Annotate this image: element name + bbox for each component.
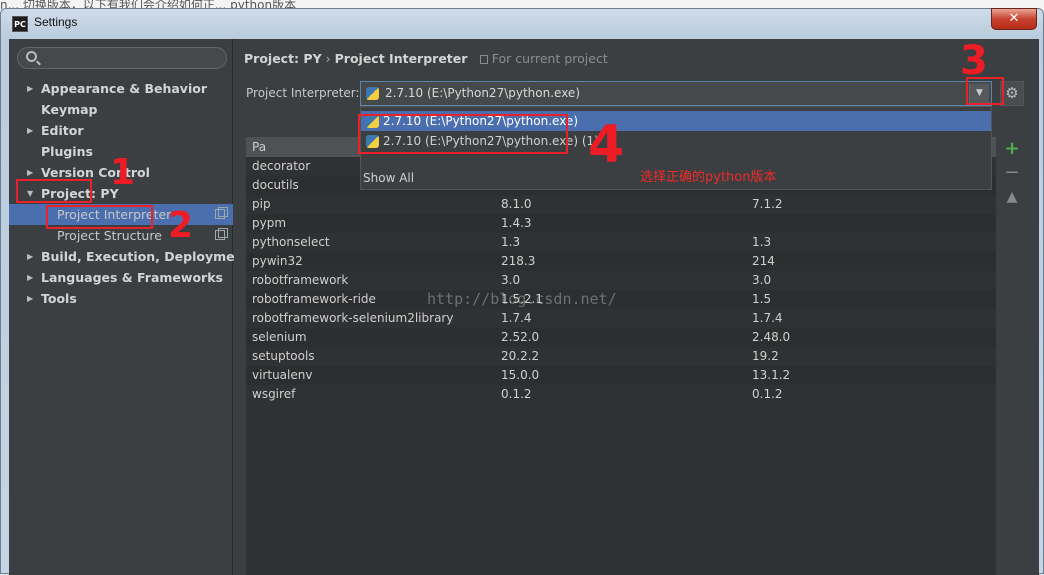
table-row[interactable]: virtualenv 15.0.0 13.1.2	[246, 366, 996, 385]
sidebar-item-label: Keymap	[41, 102, 98, 117]
cell-package: setuptools	[252, 349, 315, 363]
column-header-package[interactable]: Pa	[252, 137, 266, 157]
sidebar-item-label: Tools	[41, 291, 77, 306]
cell-version: 3.0	[501, 273, 521, 287]
page-title: Project Interpreter	[334, 51, 468, 66]
table-row[interactable]: robotframework 3.0 3.0	[246, 271, 996, 290]
sidebar-item-label: Editor	[41, 123, 84, 138]
cell-version: 1.4.3	[501, 216, 532, 230]
search-input[interactable]	[17, 47, 227, 69]
watermark: http://blog.csdn.net/	[427, 290, 617, 308]
sidebar-item-appearance[interactable]: ▶ Appearance & Behavior	[9, 78, 233, 99]
cell-latest: 19.2	[752, 349, 779, 363]
table-row[interactable]: pythonselect 1.3 1.3	[246, 233, 996, 252]
cell-package: pythonselect	[252, 235, 330, 249]
sidebar-item-keymap[interactable]: Keymap	[9, 99, 233, 120]
pycharm-icon: PC	[12, 16, 28, 32]
cell-package: pypm	[252, 216, 287, 230]
sidebar-item-languages[interactable]: ▶ Languages & Frameworks	[9, 267, 233, 288]
sidebar-item-build[interactable]: ▶ Build, Execution, Deployment	[9, 246, 249, 267]
title-bar[interactable]: PC Settings ✕	[1, 8, 1043, 39]
chevron-right-icon: ▶	[27, 252, 34, 261]
upgrade-package-button[interactable]: ▲	[1000, 185, 1024, 209]
chevron-right-icon: ▶	[27, 294, 34, 303]
copy-icon	[215, 207, 228, 219]
cell-version: 218.3	[501, 254, 536, 268]
window-title: Settings	[34, 15, 78, 29]
add-package-button[interactable]: +	[1000, 137, 1024, 161]
cell-version: 0.1.2	[501, 387, 532, 401]
cell-package: wsgiref	[252, 387, 296, 401]
interpreter-select[interactable]: 2.7.10 (E:\Python27\python.exe) ▼	[360, 81, 992, 106]
cell-latest: 3.0	[752, 273, 772, 287]
cell-version: 8.1.0	[501, 197, 532, 211]
breadcrumb: Project: PY › Project Interpreter For curr…	[244, 51, 608, 66]
cell-latest: 1.3	[752, 235, 772, 249]
python-icon	[366, 87, 379, 100]
cell-package: decorator	[252, 159, 311, 173]
cell-latest: 1.5	[752, 292, 772, 306]
cell-latest: 1.7.4	[752, 311, 783, 325]
cell-package: robotframework-selenium2library	[252, 311, 454, 325]
cell-package: robotframework-ride	[252, 292, 376, 306]
chevron-right-icon: ▶	[27, 273, 34, 282]
cell-latest: 2.48.0	[752, 330, 791, 344]
sidebar-item-label: Languages & Frameworks	[41, 270, 223, 285]
annotation-box-project	[16, 179, 92, 203]
cell-package: selenium	[252, 330, 307, 344]
annotation-box-option	[358, 114, 568, 154]
table-row[interactable]: setuptools 20.2.2 19.2	[246, 347, 996, 366]
breadcrumb-project: Project: PY	[244, 51, 322, 66]
chevron-right-icon: ▶	[27, 126, 34, 135]
cell-latest: 7.1.2	[752, 197, 783, 211]
cell-latest: 214	[752, 254, 775, 268]
settings-content: Project: PY › Project Interpreter For curr…	[234, 39, 1039, 575]
settings-sidebar: ▶ Appearance & Behavior Keymap ▶ Editor …	[9, 39, 249, 575]
annotation-mark-3: 3	[960, 38, 988, 84]
cell-package: pywin32	[252, 254, 303, 268]
cell-package: virtualenv	[252, 368, 313, 382]
table-row[interactable]: robotframework-ride 1.5.2.1 1.5	[246, 290, 996, 309]
cell-package: docutils	[252, 178, 299, 192]
sidebar-item-tools[interactable]: ▶ Tools	[9, 288, 233, 309]
search-icon	[26, 51, 37, 62]
copy-icon	[215, 228, 228, 240]
table-row[interactable]: pip 8.1.0 7.1.2	[246, 195, 996, 214]
table-row[interactable]: wsgiref 0.1.2 0.1.2	[246, 385, 996, 404]
annotation-box-interpreter	[46, 205, 153, 229]
annotation-mark-1: 1	[110, 152, 136, 193]
show-all-option[interactable]: Show All	[363, 171, 414, 185]
cell-latest: 13.1.2	[752, 368, 791, 382]
cell-version: 20.2.2	[501, 349, 540, 363]
package-toolbar: + − ▲	[1000, 137, 1024, 217]
cell-version: 1.7.4	[501, 311, 532, 325]
sidebar-item-label: Plugins	[41, 144, 93, 159]
table-row[interactable]: selenium 2.52.0 2.48.0	[246, 328, 996, 347]
table-row[interactable]: pywin32 218.3 214	[246, 252, 996, 271]
cell-version: 1.3	[501, 235, 521, 249]
chevron-right-icon: ▶	[27, 84, 34, 93]
sidebar-item-label: Appearance & Behavior	[41, 81, 207, 96]
cell-version: 2.52.0	[501, 330, 540, 344]
scope-note: For current project	[491, 51, 608, 66]
annotation-mark-2: 2	[168, 205, 194, 246]
sidebar-item-label: Build, Execution, Deployment	[41, 249, 250, 264]
remove-package-button[interactable]: −	[1000, 161, 1024, 185]
sidebar-item-editor[interactable]: ▶ Editor	[9, 120, 233, 141]
table-row[interactable]: robotframework-selenium2library 1.7.4 1.7.…	[246, 309, 996, 328]
breadcrumb-separator: ›	[325, 51, 331, 66]
cell-latest: 0.1.2	[752, 387, 783, 401]
annotation-mark-4: 4	[588, 115, 625, 175]
table-row[interactable]: pypm 1.4.3	[246, 214, 996, 233]
cell-package: pip	[252, 197, 271, 211]
interpreter-label: Project Interpreter:	[246, 86, 360, 100]
project-scope-icon	[479, 55, 488, 64]
cell-package: robotframework	[252, 273, 349, 287]
packages-table: Pa decorator docutils pip 8.1.0 7.1.2 pypm 1.4…	[246, 137, 996, 575]
interpreter-value: 2.7.10 (E:\Python27\python.exe)	[385, 86, 580, 100]
cell-version: 15.0.0	[501, 368, 540, 382]
annotation-note: 选择正确的python版本	[640, 170, 777, 185]
close-button[interactable]: ✕	[991, 8, 1037, 30]
